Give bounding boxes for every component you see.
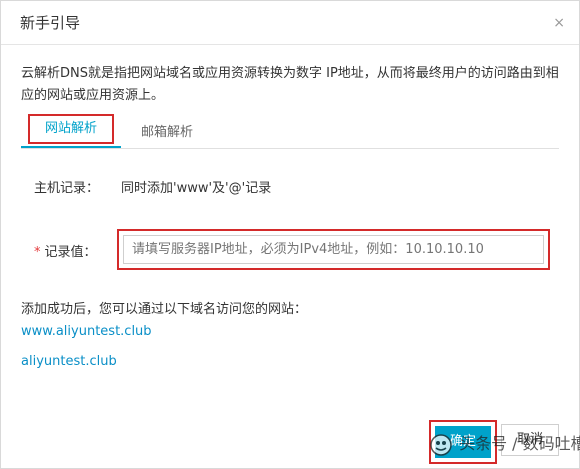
watermark: 头条号 / 数码吐槽 <box>430 430 580 456</box>
tab-mail-resolution[interactable]: 邮箱解析 <box>141 121 193 140</box>
host-record-value: 同时添加'www'及'@'记录 <box>121 181 272 196</box>
record-value-label-text: 记录值： <box>44 245 97 260</box>
link-root-domain[interactable]: aliyuntest.club <box>21 354 117 369</box>
record-value-highlight <box>117 229 550 270</box>
link-www-domain[interactable]: www.aliyuntest.club <box>21 324 152 339</box>
tab-website-resolution-label: 网站解析 <box>44 121 97 136</box>
tab-website-resolution[interactable]: 网站解析 <box>28 114 114 144</box>
required-mark: * <box>34 245 41 260</box>
dialog-header: 新手引导 × <box>1 1 579 45</box>
active-tab-indicator <box>21 146 121 148</box>
record-value-input[interactable] <box>123 235 544 264</box>
success-message: 添加成功后，您可以通过以下域名访问您的网站： <box>21 302 308 317</box>
host-record-label: 主机记录： <box>34 181 100 196</box>
record-value-label: * 记录值： <box>34 241 97 260</box>
dialog-title: 新手引导 <box>20 14 81 32</box>
watermark-logo-icon <box>430 433 452 456</box>
close-icon[interactable]: × <box>553 15 565 31</box>
dns-description: 云解析DNS就是指把网站域名或应用资源转换为数字 IP地址，从而将最终用户的访问… <box>21 66 559 103</box>
guide-dialog: 新手引导 × 云解析DNS就是指把网站域名或应用资源转换为数字 IP地址，从而将… <box>0 0 580 469</box>
tab-bar: 网站解析 邮箱解析 <box>21 114 559 149</box>
watermark-text: 头条号 / 数码吐槽 <box>459 434 580 453</box>
